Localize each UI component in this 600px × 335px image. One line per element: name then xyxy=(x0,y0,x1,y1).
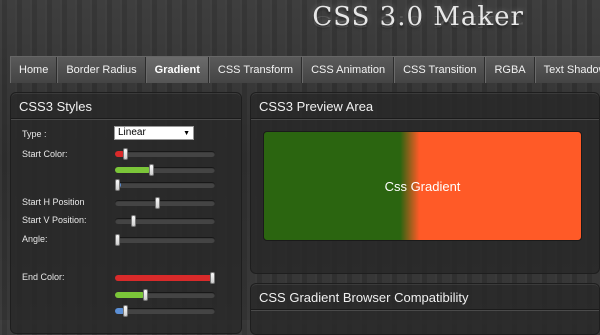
compatibility-panel-title: CSS Gradient Browser Compatibility xyxy=(251,284,599,310)
start-green-slider[interactable] xyxy=(115,164,215,176)
end-red-thumb[interactable] xyxy=(210,272,215,284)
start-blue-thumb[interactable] xyxy=(115,179,120,191)
tab-home[interactable]: Home xyxy=(10,57,58,83)
type-label: Type : xyxy=(22,129,47,139)
start-blue-slider[interactable] xyxy=(115,179,215,191)
tab-css-animation[interactable]: CSS Animation xyxy=(302,57,395,83)
end-green-thumb[interactable] xyxy=(142,289,148,301)
header: CSS 3.0 Maker CSS 3.0 Maker xyxy=(0,0,600,56)
end-green-slider[interactable] xyxy=(115,289,215,301)
end-color-label: End Color: xyxy=(22,272,65,282)
angle-slider[interactable] xyxy=(115,234,215,246)
chevron-down-icon: ▼ xyxy=(183,130,190,137)
tab-rgba[interactable]: RGBA xyxy=(485,57,535,83)
compatibility-panel: CSS Gradient Browser Compatibility xyxy=(250,283,600,335)
start-green-fill xyxy=(115,167,151,173)
end-red-slider[interactable] xyxy=(115,272,215,284)
angle-thumb[interactable] xyxy=(115,234,120,246)
start-v-position-label: Start V Position: xyxy=(22,215,87,225)
end-blue-thumb[interactable] xyxy=(122,305,128,317)
styles-panel: CSS3 Styles Type : Linear ▼ Start Color:… xyxy=(10,92,242,334)
tab-border-radius[interactable]: Border Radius xyxy=(57,57,146,83)
gradient-preview-box: Css Gradient xyxy=(263,131,582,241)
end-blue-slider[interactable] xyxy=(115,305,215,317)
preview-panel-title: CSS3 Preview Area xyxy=(251,93,599,119)
start-v-position-thumb[interactable] xyxy=(130,215,136,227)
angle-label: Angle: xyxy=(22,234,48,244)
start-green-thumb[interactable] xyxy=(148,164,154,176)
tab-text-shadow[interactable]: Text Shadow xyxy=(534,57,600,83)
start-red-thumb[interactable] xyxy=(122,148,128,160)
tab-gradient[interactable]: Gradient xyxy=(145,57,209,83)
start-h-position-label: Start H Position xyxy=(22,197,85,207)
tab-css-transform[interactable]: CSS Transform xyxy=(208,57,303,83)
start-v-position-slider[interactable] xyxy=(115,215,215,227)
start-color-label: Start Color: xyxy=(22,149,68,159)
type-select-value: Linear xyxy=(118,127,146,138)
start-h-position-thumb[interactable] xyxy=(154,197,160,209)
start-red-slider[interactable] xyxy=(115,148,215,160)
tab-bar: Home Border Radius Gradient CSS Transfor… xyxy=(10,56,600,83)
start-h-position-slider[interactable] xyxy=(115,197,215,209)
preview-text: Css Gradient xyxy=(384,178,461,194)
tab-css-transition[interactable]: CSS Transition xyxy=(394,57,486,83)
type-select[interactable]: Linear ▼ xyxy=(114,126,194,140)
styles-panel-title: CSS3 Styles xyxy=(11,93,241,119)
preview-panel: CSS3 Preview Area Css Gradient xyxy=(250,92,600,274)
app-title-reflection: CSS 3.0 Maker xyxy=(312,12,524,30)
end-red-fill xyxy=(115,275,215,281)
end-green-fill xyxy=(115,292,145,298)
